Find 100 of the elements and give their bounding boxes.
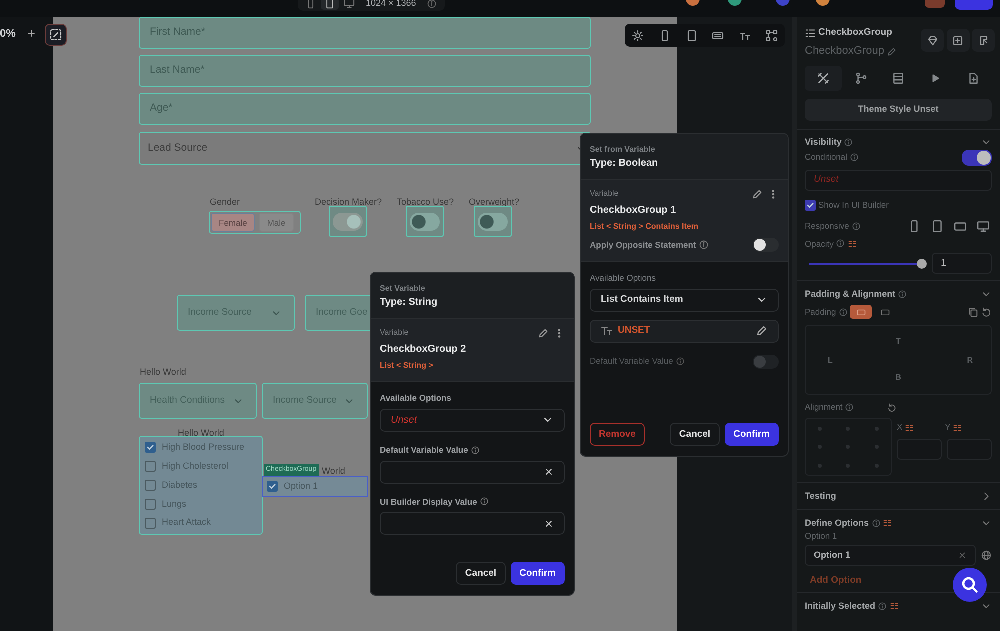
section-title: Define Options xyxy=(805,516,870,530)
condition-field[interactable]: Unset xyxy=(805,170,992,191)
variable-icon[interactable] xyxy=(890,601,900,612)
section-title: Initially Selected xyxy=(805,600,876,613)
opacity-field[interactable]: 1 xyxy=(932,253,992,274)
tablet-icon[interactable] xyxy=(686,30,698,42)
info-icon[interactable] xyxy=(676,357,685,366)
zoom-in-button[interactable]: + xyxy=(24,24,40,44)
cancel-button[interactable]: Cancel xyxy=(456,562,506,585)
check-icon xyxy=(146,443,155,452)
info-icon[interactable] xyxy=(850,153,860,162)
side-label: T xyxy=(896,337,901,346)
checkbox[interactable] xyxy=(145,461,156,472)
field-label: Gender xyxy=(210,196,240,209)
panel-tab[interactable] xyxy=(805,66,842,91)
tablet-icon[interactable] xyxy=(325,0,335,8)
monitor-icon[interactable] xyxy=(977,220,990,232)
info-icon[interactable] xyxy=(836,239,846,248)
variable-icon[interactable] xyxy=(883,518,894,528)
segment-option[interactable]: Female xyxy=(211,213,256,232)
run-button[interactable] xyxy=(955,0,993,10)
checkbox[interactable] xyxy=(145,442,156,454)
nodes-icon[interactable] xyxy=(766,30,778,42)
checkbox-label: Diabetes xyxy=(162,478,198,492)
reset-icon[interactable] xyxy=(981,306,992,318)
profile-button[interactable] xyxy=(925,0,945,8)
info-icon[interactable] xyxy=(470,446,480,455)
info-icon[interactable] xyxy=(844,138,854,148)
input-field[interactable] xyxy=(380,460,565,484)
copy-icon[interactable] xyxy=(968,306,978,318)
info-icon[interactable] xyxy=(845,403,854,412)
theme-style-button[interactable]: Theme Style Unset xyxy=(805,98,992,121)
reset-icon[interactable] xyxy=(886,402,897,413)
variable-name: CheckboxGroup 1 xyxy=(590,204,678,218)
cancel-button[interactable]: Cancel xyxy=(670,422,720,446)
padding-box[interactable]: T L R B xyxy=(805,325,992,396)
checkbox[interactable] xyxy=(145,480,156,491)
edit-icon[interactable] xyxy=(752,188,763,200)
info-icon[interactable] xyxy=(480,497,489,506)
variable-icon[interactable] xyxy=(848,238,858,249)
checkbox-label: High Cholesterol xyxy=(162,460,229,473)
check-icon xyxy=(268,482,277,491)
confirm-button[interactable]: Confirm xyxy=(724,422,779,446)
widget-name: CheckboxGroup xyxy=(805,44,884,60)
toggle-switch[interactable] xyxy=(753,238,779,252)
toggle-switch[interactable] xyxy=(333,212,363,230)
dropdown[interactable]: Lead Source xyxy=(139,132,591,165)
toggle-switch[interactable] xyxy=(410,212,440,230)
field-label: Available Options xyxy=(590,272,657,285)
info-icon[interactable] xyxy=(427,0,438,8)
search-icon xyxy=(961,576,979,594)
variable-icon[interactable] xyxy=(953,422,964,433)
list-icon xyxy=(805,28,816,39)
dropdown[interactable]: Unset xyxy=(380,408,565,432)
keyboard-icon[interactable] xyxy=(712,30,724,42)
variable-type: List < String > xyxy=(380,360,434,372)
popup-title: Type: Boolean xyxy=(590,157,660,171)
globe-icon[interactable] xyxy=(981,550,992,561)
gem-button[interactable] xyxy=(921,29,944,52)
input-field[interactable] xyxy=(380,512,565,536)
phone-icon[interactable] xyxy=(908,220,921,232)
tablet-icon[interactable] xyxy=(931,220,944,232)
info-icon[interactable] xyxy=(838,308,848,317)
checkbox-label: Lungs xyxy=(162,498,187,511)
branch-icon xyxy=(854,72,868,85)
phone-icon[interactable] xyxy=(306,0,316,8)
edit-icon[interactable] xyxy=(756,325,768,338)
toggle-switch[interactable] xyxy=(962,150,992,166)
clear-icon[interactable] xyxy=(544,467,554,477)
edit-icon[interactable] xyxy=(538,328,549,338)
mode-toggle[interactable] xyxy=(850,305,872,320)
clear-icon[interactable] xyxy=(544,518,554,529)
info-icon[interactable] xyxy=(698,240,709,250)
checkbox[interactable] xyxy=(145,518,156,529)
info-icon[interactable] xyxy=(898,290,908,299)
value-field[interactable]: UNSET xyxy=(590,320,779,343)
dropdown[interactable]: List Contains Item xyxy=(590,288,779,312)
fit-screen-button[interactable] xyxy=(45,24,67,46)
checkbox[interactable] xyxy=(805,200,816,211)
confirm-button[interactable]: Confirm xyxy=(510,562,565,585)
switch-label: Tobacco Use? xyxy=(397,196,454,209)
dropdown-value: List Contains Item xyxy=(601,293,684,308)
add-button[interactable] xyxy=(946,29,970,52)
field-label: Apply Opposite Statement xyxy=(590,238,696,252)
info-icon[interactable] xyxy=(852,222,861,230)
monitor-icon[interactable] xyxy=(344,0,355,9)
checkbox[interactable] xyxy=(267,481,278,492)
tablet-icon[interactable] xyxy=(954,220,967,232)
option-field[interactable]: Option 1 xyxy=(805,545,976,566)
field-label: Opacity xyxy=(805,238,834,250)
info-icon[interactable] xyxy=(878,602,888,611)
field-label: X xyxy=(897,421,903,434)
remove-button[interactable]: Remove xyxy=(590,422,645,446)
toggle-switch[interactable] xyxy=(478,212,508,230)
info-icon[interactable] xyxy=(872,518,881,528)
theme-icon[interactable] xyxy=(632,30,644,42)
widget-button[interactable] xyxy=(972,29,995,52)
variable-icon[interactable] xyxy=(905,422,916,433)
add-option-button[interactable]: Add Option xyxy=(805,574,862,588)
checkbox[interactable] xyxy=(145,498,156,510)
